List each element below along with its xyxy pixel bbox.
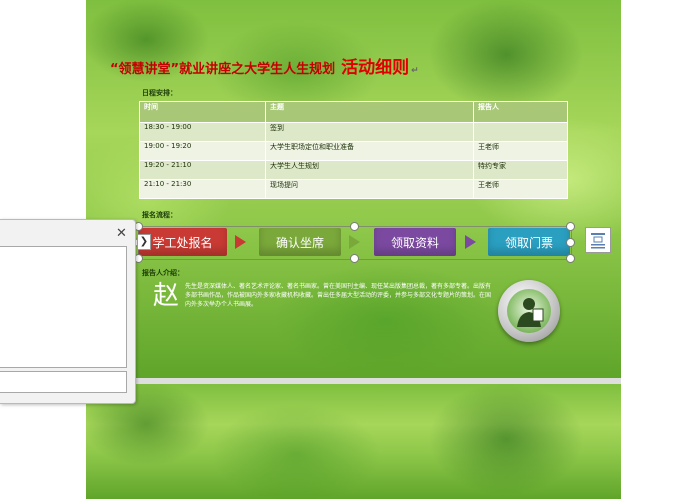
header-time[interactable]: 时间 [139,101,266,123]
schedule-table: 时间 主题 报告人 18:30 - 19:00 签到 19:00 - 19:20… [139,101,568,199]
resize-handle[interactable] [566,238,575,247]
resize-handle[interactable] [566,254,575,263]
header-speaker[interactable]: 报告人 [473,101,568,123]
speaker-bio: 赵 先生是资深媒体人、著名艺术评论家、著名书画家。曾在美国刊主编、现任某出版集团… [139,282,495,310]
table-row: 21:10 - 21:30 现场提问 王老师 [139,179,568,199]
right-margin [621,0,691,499]
speaker-bio-text: 先生是资深媒体人、著名艺术评论家、著名书画家。曾在美国刊主编、现任某出版集团总裁… [185,283,492,308]
table-row: 19:20 - 21:10 大学生人生规划 特约专家 [139,160,568,180]
speaker-avatar [498,280,560,342]
resize-handle[interactable] [350,222,359,231]
cell-time[interactable]: 21:10 - 21:30 [139,179,266,199]
cell-topic[interactable]: 大学生职场定位和职业准备 [265,141,474,161]
speaker-label: 报告人介绍： [142,269,184,277]
cell-topic[interactable]: 签到 [265,122,474,142]
resize-handle[interactable] [350,254,359,263]
panel-content-box[interactable] [0,246,127,368]
table-header-row: 时间 主题 报告人 [139,101,568,123]
paragraph-mark: ↵ [411,66,419,76]
cell-time[interactable]: 19:00 - 19:20 [139,141,266,161]
cell-topic[interactable]: 现场提问 [265,179,474,199]
table-row: 19:00 - 19:20 大学生职场定位和职业准备 王老师 [139,141,568,161]
cell-speaker[interactable] [473,122,568,142]
document-page-2 [86,384,621,499]
header-topic[interactable]: 主题 [265,101,474,123]
cell-time[interactable]: 19:20 - 21:10 [139,160,266,180]
avatar-image [507,289,551,333]
process-label: 报名流程： [142,211,177,219]
title-text: “领慧讲堂”就业讲座之大学生人生规划 [110,62,336,77]
table-row: 18:30 - 19:00 签到 [139,122,568,142]
panel-input-field[interactable] [0,371,127,393]
cell-topic[interactable]: 大学生人生规划 [265,160,474,180]
layout-options-icon[interactable] [585,227,611,253]
speaker-initial: 赵 [153,281,180,311]
cell-speaker[interactable]: 特约专家 [473,160,568,180]
cell-speaker[interactable]: 王老师 [473,141,568,161]
side-panel[interactable]: ✕ [0,219,136,404]
document-title: “领慧讲堂”就业讲座之大学生人生规划 活动细则 ↵ [110,53,470,78]
resize-handle[interactable] [566,222,575,231]
close-icon[interactable]: ✕ [116,226,127,241]
title-emphasis: 活动细则 [341,58,410,78]
cell-speaker[interactable]: 王老师 [473,179,568,199]
schedule-label: 日程安排： [142,89,177,97]
expand-text-pane-icon[interactable]: ❯ [137,234,151,250]
cell-time[interactable]: 18:30 - 19:00 [139,122,266,142]
